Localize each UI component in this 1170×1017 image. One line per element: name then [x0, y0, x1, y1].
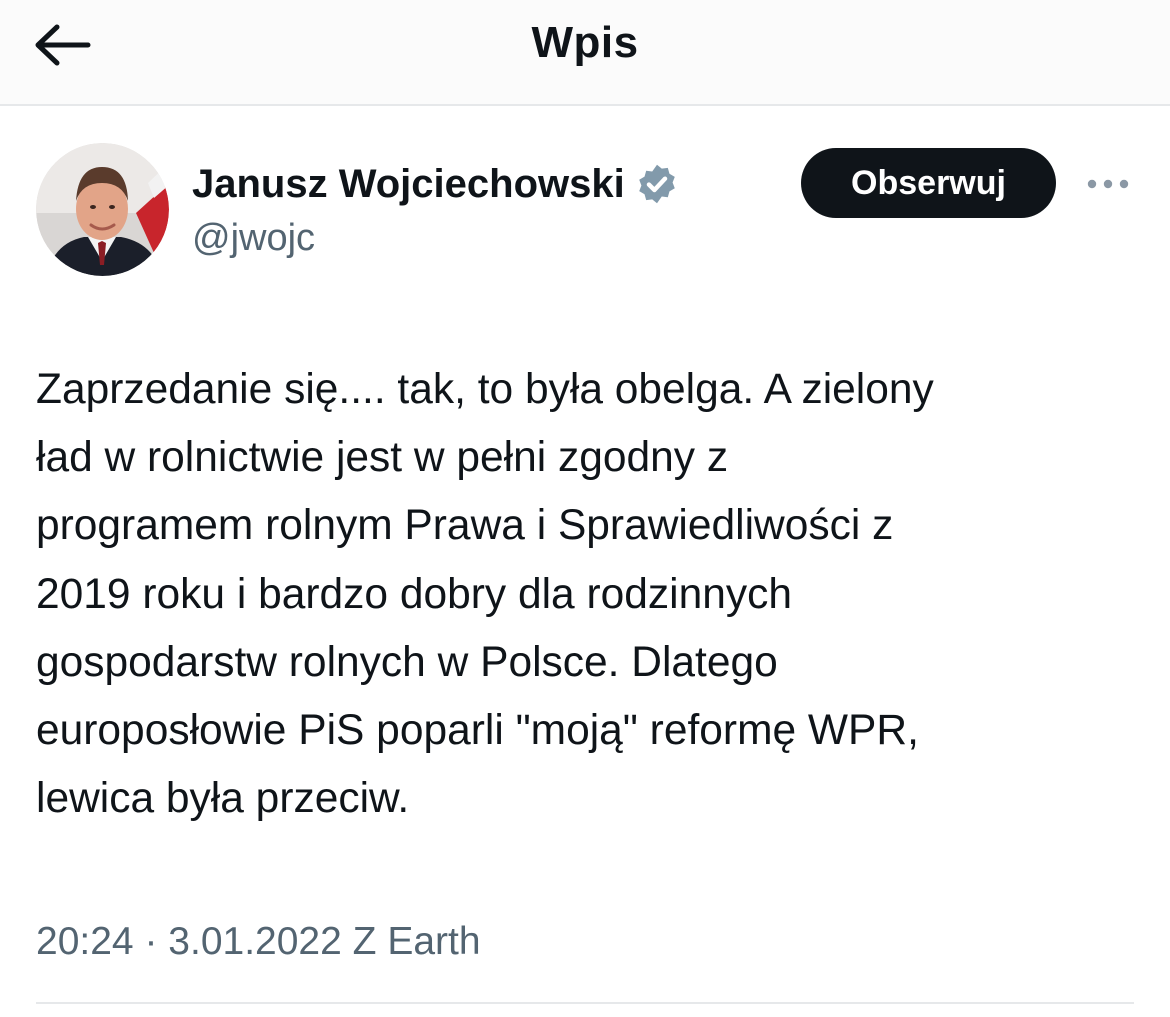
author-name-row[interactable]: Janusz Wojciechowski [192, 158, 679, 210]
tweet-text-line: lewica była przeciw. [36, 775, 410, 823]
author-name[interactable]: Janusz Wojciechowski [192, 158, 625, 210]
tweet-date[interactable]: 3.01.2022 [168, 920, 342, 963]
tweet-text-line: 2019 roku i bardzo dobry dla rodzinnych [36, 570, 793, 618]
page-title: Wpis [531, 18, 639, 67]
tweet-text-line: programem rolnym Prawa i Sprawiedliwości… [36, 502, 894, 550]
top-bar: Wpis [0, 0, 1170, 106]
verified-badge-icon [638, 164, 675, 204]
avatar[interactable] [36, 143, 169, 276]
more-options-button[interactable] [1080, 166, 1136, 202]
meta-separator: · [144, 920, 158, 963]
tweet-time[interactable]: 20:24 [36, 920, 134, 963]
tweet-text-line: europosłowie PiS poparli "moją" reformę … [36, 707, 919, 755]
tweet-source: Z Earth [352, 920, 481, 963]
tweet-text-line: ład w rolnictwie jest w pełni zgodny z [36, 434, 729, 482]
more-horizontal-icon [1087, 179, 1129, 189]
follow-button[interactable]: Obserwuj [801, 148, 1056, 218]
tweet-metadata: 20:24 · 3.01.2022 Z Earth [36, 914, 481, 970]
tweet-text-line: gospodarstw rolnych w Polsce. Dlatego [36, 638, 778, 686]
divider [36, 1002, 1134, 1004]
tweet-text-line: Zaprzedanie się.... tak, to była obelga.… [36, 366, 934, 413]
tweet-text: Zaprzedanie się.... tak, to była obelga.… [36, 356, 1136, 833]
profile-photo [36, 143, 169, 276]
author-handle[interactable]: @jwojc [192, 213, 315, 263]
